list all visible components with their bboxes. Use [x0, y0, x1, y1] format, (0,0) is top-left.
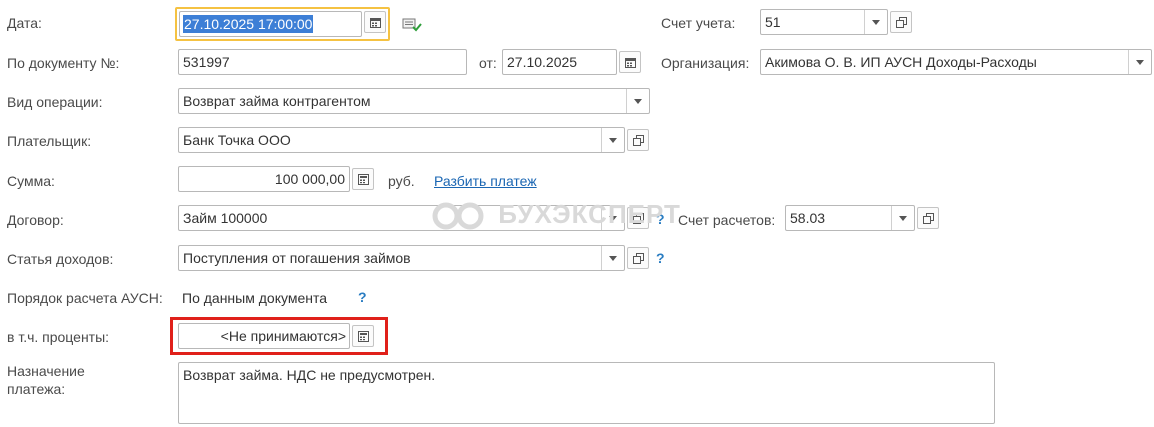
organization-dropdown-button[interactable]	[1128, 50, 1151, 74]
date-calendar-button[interactable]	[364, 11, 386, 33]
post-document-icon[interactable]	[402, 15, 422, 33]
chevron-down-icon	[609, 138, 617, 143]
interest-calculator-button[interactable]	[352, 325, 374, 347]
operation-label: Вид операции:	[7, 94, 103, 110]
doc-number-label: По документу №:	[7, 55, 120, 71]
income-item-dropdown-button[interactable]	[601, 246, 624, 270]
income-item-help-icon[interactable]: ?	[656, 250, 665, 266]
income-item-input[interactable]: Поступления от погашения займов	[178, 245, 625, 271]
calculator-icon	[358, 331, 369, 342]
doc-date-calendar-button[interactable]	[619, 51, 641, 73]
chevron-down-icon	[634, 99, 642, 104]
contract-label: Договор:	[7, 212, 64, 228]
settlement-account-input[interactable]: 58.03	[785, 205, 915, 231]
open-icon	[896, 17, 907, 28]
income-item-open-button[interactable]	[627, 247, 649, 269]
purpose-textarea[interactable]: Возврат займа. НДС не предусмотрен.	[178, 362, 995, 424]
payer-open-button[interactable]	[627, 129, 649, 151]
amount-label: Сумма:	[7, 173, 55, 189]
date-input[interactable]: 27.10.2025 17:00:00	[179, 11, 362, 37]
purpose-label-line2: платежа:	[7, 381, 66, 397]
settlement-account-value: 58.03	[790, 210, 826, 226]
amount-input[interactable]: 100 000,00	[178, 166, 350, 192]
watermark-logo-icon	[432, 202, 484, 230]
open-icon	[633, 253, 644, 264]
account-value: 51	[765, 14, 781, 30]
date-value: 27.10.2025 17:00:00	[183, 15, 314, 33]
organization-label: Организация:	[661, 55, 750, 71]
date-label: Дата:	[7, 15, 42, 31]
operation-dropdown-button[interactable]	[626, 89, 649, 113]
amount-calculator-button[interactable]	[352, 168, 374, 190]
income-item-label: Статья доходов:	[7, 251, 114, 267]
calendar-icon	[625, 58, 636, 68]
payer-input[interactable]: Банк Точка ООО	[178, 127, 625, 153]
doc-number-input[interactable]: 531997	[178, 49, 467, 75]
doc-date-value: 27.10.2025	[507, 54, 578, 70]
chevron-down-icon	[609, 256, 617, 261]
operation-value: Возврат займа контрагентом	[183, 93, 371, 109]
settlement-account-dropdown-button[interactable]	[891, 206, 914, 230]
account-input[interactable]: 51	[760, 9, 888, 35]
payer-value: Банк Точка ООО	[183, 132, 291, 148]
payer-dropdown-button[interactable]	[601, 128, 624, 152]
account-label: Счет учета:	[661, 15, 736, 31]
purpose-label-line1: Назначение	[7, 363, 85, 379]
contract-value: Займ 100000	[183, 210, 268, 226]
doc-number-value: 531997	[183, 54, 230, 70]
chevron-down-icon	[1136, 60, 1144, 65]
settlement-account-open-button[interactable]	[917, 207, 939, 229]
organization-input[interactable]: Акимова О. В. ИП АУСН Доходы-Расходы	[760, 49, 1152, 75]
operation-select[interactable]: Возврат займа контрагентом	[178, 88, 650, 114]
watermark: БУХЭКСПЕРТ	[430, 199, 730, 231]
open-icon	[923, 213, 934, 224]
account-dropdown-button[interactable]	[864, 10, 887, 34]
open-icon	[633, 135, 644, 146]
calculator-icon	[358, 174, 369, 185]
interest-value: <Не принимаются>	[220, 328, 346, 344]
doc-date-from-label: от:	[479, 55, 497, 71]
income-item-value: Поступления от погашения займов	[183, 250, 411, 266]
doc-date-input[interactable]: 27.10.2025	[502, 49, 617, 75]
account-open-button[interactable]	[890, 11, 912, 33]
currency-label: руб.	[388, 173, 415, 189]
ausn-order-help-icon[interactable]: ?	[358, 289, 367, 305]
calendar-icon	[370, 18, 381, 28]
chevron-down-icon	[872, 20, 880, 25]
amount-value: 100 000,00	[274, 171, 345, 187]
payer-label: Плательщик:	[7, 133, 92, 149]
ausn-order-value: По данным документа	[182, 290, 327, 306]
split-payment-link[interactable]: Разбить платеж	[434, 173, 537, 189]
ausn-order-label: Порядок расчета АУСН:	[7, 290, 163, 306]
organization-value: Акимова О. В. ИП АУСН Доходы-Расходы	[765, 54, 1037, 70]
chevron-down-icon	[899, 216, 907, 221]
purpose-value: Возврат займа. НДС не предусмотрен.	[183, 367, 436, 383]
interest-input[interactable]: <Не принимаются>	[178, 323, 350, 349]
interest-label: в т.ч. проценты:	[7, 329, 110, 345]
